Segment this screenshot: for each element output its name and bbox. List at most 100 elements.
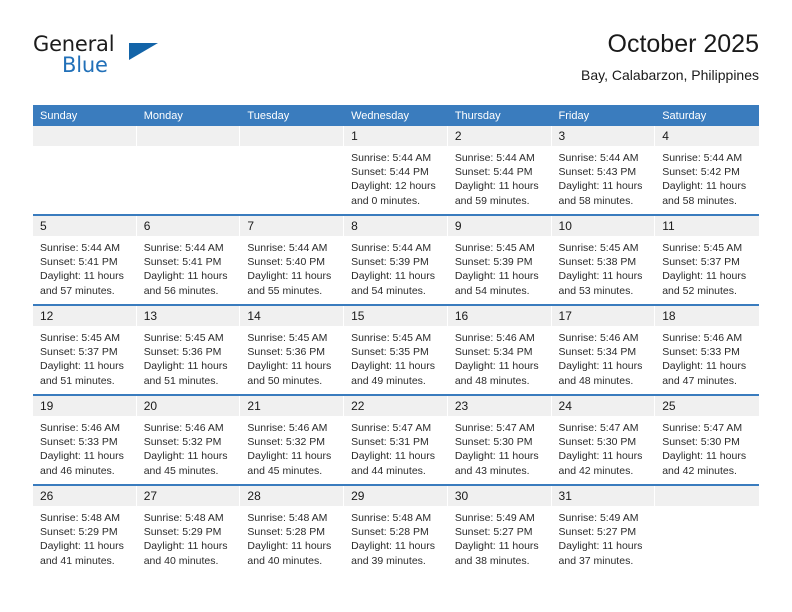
day-cell[interactable]: 10 Sunrise: 5:45 AM Sunset: 5:38 PM Dayl…	[551, 214, 656, 305]
daylight-text: Daylight: 11 hours and 46 minutes.	[40, 450, 124, 477]
daylight-text: Daylight: 11 hours and 51 minutes.	[40, 360, 124, 387]
daylight-text: Daylight: 11 hours and 50 minutes.	[247, 360, 332, 387]
weekday-header-wednesday: Wednesday	[344, 105, 448, 126]
day-info: Sunrise: 5:44 AM Sunset: 5:39 PM Dayligh…	[344, 236, 448, 298]
sunset-text: Sunset: 5:42 PM	[662, 166, 740, 179]
day-cell[interactable]: 27 Sunrise: 5:48 AM Sunset: 5:29 PM Dayl…	[136, 484, 241, 574]
daylight-text: Daylight: 11 hours and 49 minutes.	[351, 360, 435, 387]
day-cell[interactable]: 21 Sunrise: 5:46 AM Sunset: 5:32 PM Dayl…	[240, 394, 345, 485]
day-cell[interactable]: 15 Sunrise: 5:45 AM Sunset: 5:35 PM Dayl…	[344, 304, 448, 395]
day-info: Sunrise: 5:44 AM Sunset: 5:43 PM Dayligh…	[552, 146, 656, 208]
day-number: 31	[551, 486, 656, 506]
day-info: Sunrise: 5:45 AM Sunset: 5:36 PM Dayligh…	[240, 326, 344, 388]
day-number: 21	[240, 396, 345, 416]
sunset-text: Sunset: 5:37 PM	[662, 256, 740, 269]
calendar-body: 1 Sunrise: 5:44 AM Sunset: 5:44 PM Dayli…	[33, 126, 759, 574]
week-row: 5 Sunrise: 5:44 AM Sunset: 5:41 PM Dayli…	[33, 214, 759, 305]
day-number	[136, 126, 241, 146]
day-info: Sunrise: 5:45 AM Sunset: 5:37 PM Dayligh…	[655, 236, 759, 298]
day-info: Sunrise: 5:48 AM Sunset: 5:29 PM Dayligh…	[137, 506, 241, 568]
sunrise-text: Sunrise: 5:45 AM	[40, 332, 120, 344]
week-row: 12 Sunrise: 5:45 AM Sunset: 5:37 PM Dayl…	[33, 304, 759, 395]
day-info: Sunrise: 5:45 AM Sunset: 5:36 PM Dayligh…	[137, 326, 241, 388]
day-cell[interactable]: 2 Sunrise: 5:44 AM Sunset: 5:44 PM Dayli…	[447, 126, 552, 215]
day-number: 9	[447, 216, 552, 236]
sunset-text: Sunset: 5:28 PM	[351, 526, 429, 539]
day-cell[interactable]: 31 Sunrise: 5:49 AM Sunset: 5:27 PM Dayl…	[551, 484, 656, 574]
day-cell[interactable]: 30 Sunrise: 5:49 AM Sunset: 5:27 PM Dayl…	[447, 484, 552, 574]
sunset-text: Sunset: 5:29 PM	[40, 526, 118, 539]
page-title: October 2025	[607, 30, 760, 58]
day-info: Sunrise: 5:46 AM Sunset: 5:34 PM Dayligh…	[552, 326, 656, 388]
day-info: Sunrise: 5:46 AM Sunset: 5:32 PM Dayligh…	[137, 416, 241, 478]
sunset-text: Sunset: 5:27 PM	[454, 526, 533, 539]
day-cell[interactable]: 8 Sunrise: 5:44 AM Sunset: 5:39 PM Dayli…	[344, 214, 448, 305]
day-cell[interactable]: 6 Sunrise: 5:44 AM Sunset: 5:41 PM Dayli…	[136, 214, 241, 305]
day-cell[interactable]: 22 Sunrise: 5:47 AM Sunset: 5:31 PM Dayl…	[344, 394, 448, 485]
sunset-text: Sunset: 5:29 PM	[143, 526, 222, 539]
day-cell[interactable]: 17 Sunrise: 5:46 AM Sunset: 5:34 PM Dayl…	[551, 304, 656, 395]
daylight-text: Daylight: 11 hours and 55 minutes.	[247, 270, 332, 297]
sunset-text: Sunset: 5:32 PM	[143, 436, 222, 449]
brand-triangle-icon	[129, 43, 158, 60]
day-info: Sunrise: 5:44 AM Sunset: 5:41 PM Dayligh…	[33, 236, 137, 298]
day-info: Sunrise: 5:46 AM Sunset: 5:34 PM Dayligh…	[448, 326, 552, 388]
sunset-text: Sunset: 5:38 PM	[558, 256, 637, 269]
day-cell[interactable]: 19 Sunrise: 5:46 AM Sunset: 5:33 PM Dayl…	[33, 394, 137, 485]
weekday-header-tuesday: Tuesday	[240, 105, 345, 126]
daylight-text: Daylight: 11 hours and 40 minutes.	[247, 540, 332, 567]
daylight-text: Daylight: 11 hours and 52 minutes.	[662, 270, 747, 297]
day-info: Sunrise: 5:48 AM Sunset: 5:29 PM Dayligh…	[33, 506, 137, 568]
sunrise-text: Sunrise: 5:44 AM	[247, 242, 328, 254]
day-number: 12	[33, 306, 137, 326]
day-cell[interactable]: 16 Sunrise: 5:46 AM Sunset: 5:34 PM Dayl…	[447, 304, 552, 395]
day-cell-empty	[136, 126, 241, 215]
day-cell[interactable]: 4 Sunrise: 5:44 AM Sunset: 5:42 PM Dayli…	[655, 126, 759, 215]
day-number: 15	[344, 306, 448, 326]
brand-logo: General Blue	[33, 32, 263, 92]
day-cell[interactable]: 24 Sunrise: 5:47 AM Sunset: 5:30 PM Dayl…	[551, 394, 656, 485]
day-cell[interactable]: 5 Sunrise: 5:44 AM Sunset: 5:41 PM Dayli…	[33, 214, 137, 305]
day-number: 19	[33, 396, 137, 416]
sunset-text: Sunset: 5:31 PM	[351, 436, 429, 449]
day-cell[interactable]: 7 Sunrise: 5:44 AM Sunset: 5:40 PM Dayli…	[240, 214, 345, 305]
day-cell[interactable]: 9 Sunrise: 5:45 AM Sunset: 5:39 PM Dayli…	[447, 214, 552, 305]
day-cell[interactable]: 14 Sunrise: 5:45 AM Sunset: 5:36 PM Dayl…	[240, 304, 345, 395]
daylight-text: Daylight: 11 hours and 48 minutes.	[454, 360, 539, 387]
calendar-page: General Blue October 2025 Bay, Calabarzo…	[0, 0, 792, 612]
brand-name-blue: Blue	[62, 53, 108, 77]
sunset-text: Sunset: 5:37 PM	[40, 346, 118, 359]
day-cell[interactable]: 23 Sunrise: 5:47 AM Sunset: 5:30 PM Dayl…	[447, 394, 552, 485]
page-header: General Blue October 2025 Bay, Calabarzo…	[33, 28, 759, 100]
day-cell[interactable]: 12 Sunrise: 5:45 AM Sunset: 5:37 PM Dayl…	[33, 304, 137, 395]
sunset-text: Sunset: 5:32 PM	[247, 436, 326, 449]
weekday-header-monday: Monday	[136, 105, 241, 126]
day-cell[interactable]: 18 Sunrise: 5:46 AM Sunset: 5:33 PM Dayl…	[655, 304, 759, 395]
weekday-header-sunday: Sunday	[33, 105, 137, 126]
day-cell[interactable]: 11 Sunrise: 5:45 AM Sunset: 5:37 PM Dayl…	[655, 214, 759, 305]
sunrise-text: Sunrise: 5:49 AM	[454, 512, 535, 524]
sunset-text: Sunset: 5:33 PM	[662, 346, 740, 359]
day-cell[interactable]: 25 Sunrise: 5:47 AM Sunset: 5:30 PM Dayl…	[655, 394, 759, 485]
day-cell[interactable]: 13 Sunrise: 5:45 AM Sunset: 5:36 PM Dayl…	[136, 304, 241, 395]
sunrise-text: Sunrise: 5:46 AM	[454, 332, 535, 344]
sunrise-text: Sunrise: 5:47 AM	[351, 422, 432, 434]
day-cell-empty	[655, 484, 759, 574]
daylight-text: Daylight: 11 hours and 47 minutes.	[662, 360, 747, 387]
week-row: 19 Sunrise: 5:46 AM Sunset: 5:33 PM Dayl…	[33, 394, 759, 485]
day-number: 6	[136, 216, 241, 236]
day-cell[interactable]: 26 Sunrise: 5:48 AM Sunset: 5:29 PM Dayl…	[33, 484, 137, 574]
day-number: 11	[655, 216, 759, 236]
day-cell[interactable]: 20 Sunrise: 5:46 AM Sunset: 5:32 PM Dayl…	[136, 394, 241, 485]
sunset-text: Sunset: 5:44 PM	[351, 166, 429, 179]
day-cell[interactable]: 3 Sunrise: 5:44 AM Sunset: 5:43 PM Dayli…	[551, 126, 656, 215]
day-cell[interactable]: 1 Sunrise: 5:44 AM Sunset: 5:44 PM Dayli…	[344, 126, 448, 215]
day-info: Sunrise: 5:45 AM Sunset: 5:39 PM Dayligh…	[448, 236, 552, 298]
day-info: Sunrise: 5:44 AM Sunset: 5:40 PM Dayligh…	[240, 236, 344, 298]
weekday-header-row: Sunday Monday Tuesday Wednesday Thursday…	[33, 105, 759, 126]
sunrise-text: Sunrise: 5:48 AM	[40, 512, 120, 524]
day-cell[interactable]: 29 Sunrise: 5:48 AM Sunset: 5:28 PM Dayl…	[344, 484, 448, 574]
daylight-text: Daylight: 11 hours and 40 minutes.	[143, 540, 228, 567]
weekday-header-thursday: Thursday	[447, 105, 552, 126]
day-cell[interactable]: 28 Sunrise: 5:48 AM Sunset: 5:28 PM Dayl…	[240, 484, 345, 574]
